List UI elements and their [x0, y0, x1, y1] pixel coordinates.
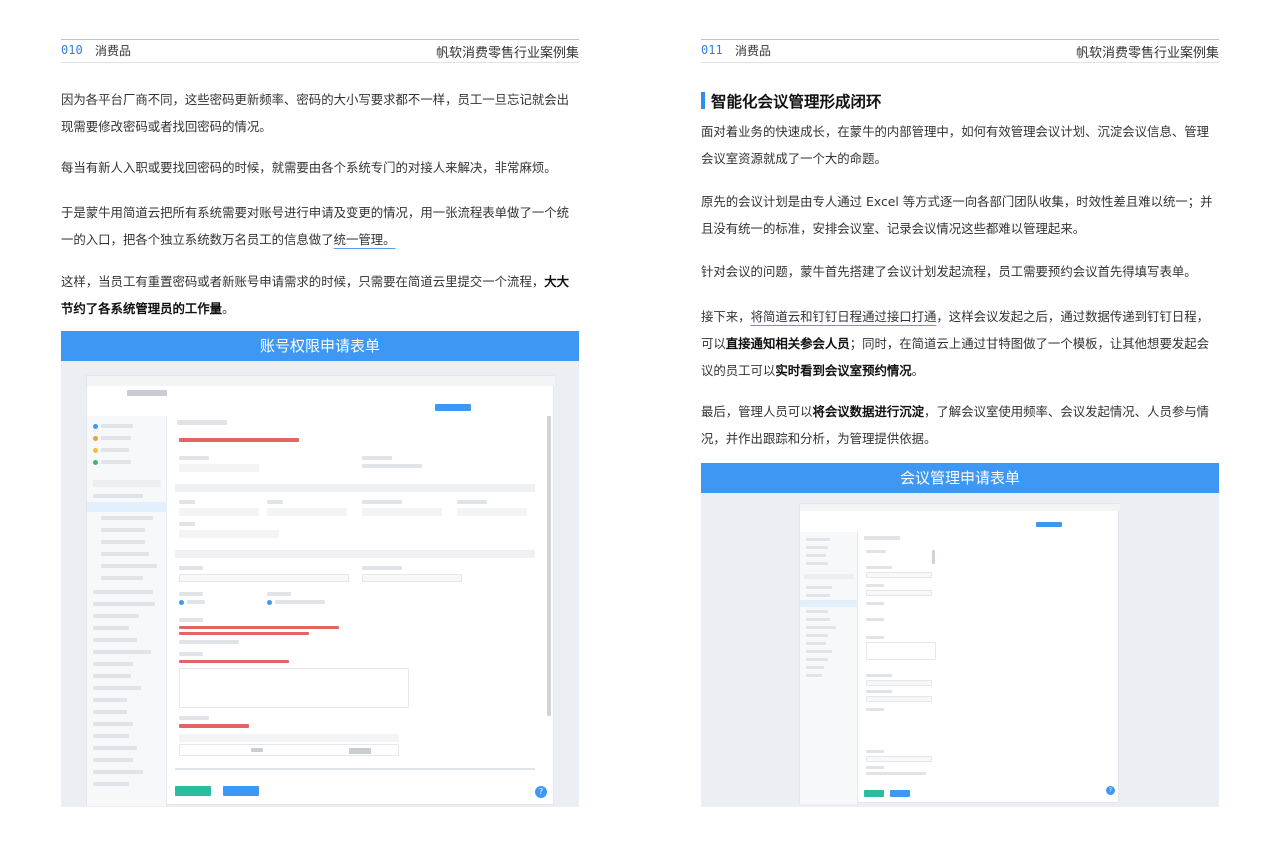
paragraph-2: 每当有新人入职或要找回密码的时候，就需要由各个系统专门的对接人来解决，非常麻烦。 [61, 160, 557, 175]
paragraph-3: 于是蒙牛用简道云把所有系统需要对账号进行申请及变更的情况，用一张流程表单做了一个… [61, 205, 570, 247]
section-name: 消费品 [95, 44, 132, 58]
page-header: 010 消费品 帆软消费零售行业案例集 [61, 39, 579, 63]
link-dingtalk-integration[interactable]: 将简道云和钉钉日程通过接口打通 [751, 309, 937, 324]
app-window: ? [799, 503, 1120, 804]
paragraph-2: 原先的会议计划是由专人通过 Excel 等方式逐一向各部门团队收集，时效性差且难… [701, 194, 1213, 236]
section-name: 消费品 [735, 44, 772, 58]
paragraph-4: 这样，当员工有重置密码或者新账号申请需求的时候，只需要在简道云里提交一个流程，大… [61, 274, 570, 316]
paragraph-5: 最后，管理人员可以将会议数据进行沉淀，了解会议室使用频率、会议发起情况、人员参与… [701, 404, 1210, 446]
right-page: 011 消费品 帆软消费零售行业案例集 智能化会议管理形成闭环 面对着业务的快速… [701, 0, 1219, 868]
page-header: 011 消费品 帆软消费零售行业案例集 [701, 39, 1219, 63]
app-window: ? [86, 375, 555, 806]
page-number: 011 [701, 43, 723, 57]
form-banner: 会议管理申请表单 [701, 463, 1219, 493]
left-page: 010 消费品 帆软消费零售行业案例集 因为各平台厂商不同，这些密码更新频率、密… [61, 0, 579, 868]
book-title: 帆软消费零售行业案例集 [435, 46, 579, 61]
paragraph-1: 因为各平台厂商不同，这些密码更新频率、密码的大小写要求都不一样，员工一旦忘记就会… [61, 92, 570, 134]
book-title: 帆软消费零售行业案例集 [1075, 46, 1219, 61]
form-banner: 账号权限申请表单 [61, 331, 579, 361]
page-number: 010 [61, 43, 83, 57]
meeting-form-screenshot: ? [701, 493, 1219, 807]
paragraph-3: 针对会议的问题，蒙牛首先搭建了会议计划发起流程，员工需要预约会议首先得填写表单。 [701, 264, 1197, 279]
paragraph-1: 面对着业务的快速成长，在蒙牛的内部管理中，如何有效管理会议计划、沉淀会议信息、管… [701, 124, 1210, 166]
section-heading: 智能化会议管理形成闭环 [701, 90, 882, 112]
help-icon[interactable]: ? [535, 786, 547, 798]
help-icon[interactable]: ? [1106, 786, 1115, 795]
paragraph-4: 接下来，将简道云和钉钉日程通过接口打通，这样会议发起之后，通过数据传递到钉钉日程… [701, 309, 1210, 378]
account-form-screenshot: ? [61, 361, 579, 807]
link-unified-management[interactable]: 统一管理。 [334, 232, 396, 247]
